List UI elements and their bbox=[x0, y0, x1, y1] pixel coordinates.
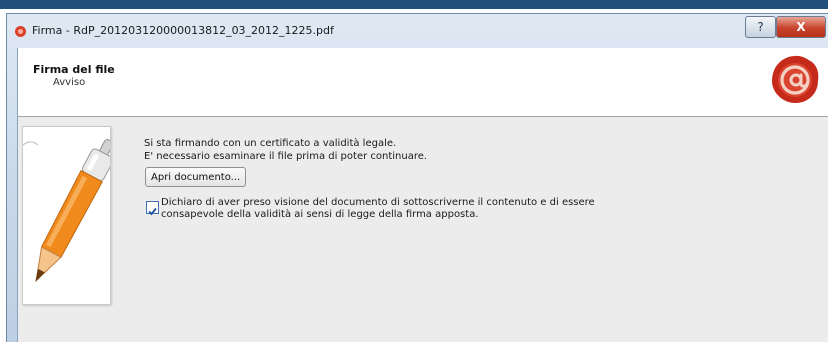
declaration-line2: consapevole della validità ai sensi di l… bbox=[161, 209, 479, 220]
header-subtitle: Avviso bbox=[53, 77, 86, 88]
info-message-line1: Si sta firmando con un certificato a val… bbox=[144, 138, 397, 149]
close-icon: X bbox=[796, 20, 806, 34]
declaration-line1: Dichiaro di aver preso visione del docum… bbox=[161, 197, 595, 208]
header-band: Firma del file Avviso bbox=[18, 48, 828, 117]
header-title: Firma del file bbox=[33, 63, 115, 76]
info-message-line2: E' necessario esaminare il file prima di… bbox=[144, 151, 428, 162]
window-title: Firma - RdP_201203120000013812_03_2012_1… bbox=[32, 24, 334, 37]
help-button[interactable]: ? bbox=[745, 16, 776, 38]
close-button[interactable]: X bbox=[776, 16, 826, 38]
dialog-body: Firma del file Avviso Si sta firmando co… bbox=[17, 48, 828, 342]
open-document-button[interactable]: Apri documento... bbox=[145, 167, 247, 187]
content-area: Si sta firmando con un certificato a val… bbox=[18, 117, 828, 342]
pen-icon bbox=[22, 139, 114, 283]
app-icon bbox=[15, 26, 26, 37]
title-bar[interactable]: Firma - RdP_201203120000013812_03_2012_1… bbox=[7, 14, 828, 48]
declaration-checkbox[interactable] bbox=[146, 201, 159, 216]
declaration-label[interactable]: Dichiaro di aver preso visione del docum… bbox=[161, 197, 595, 221]
pen-illustration bbox=[22, 126, 114, 305]
top-border-strip bbox=[0, 0, 828, 9]
signature-dialog: Firma - RdP_201203120000013812_03_2012_1… bbox=[6, 13, 828, 342]
checkmark-icon bbox=[148, 207, 157, 216]
wax-seal-at-icon bbox=[772, 55, 819, 103]
help-icon: ? bbox=[757, 20, 764, 34]
